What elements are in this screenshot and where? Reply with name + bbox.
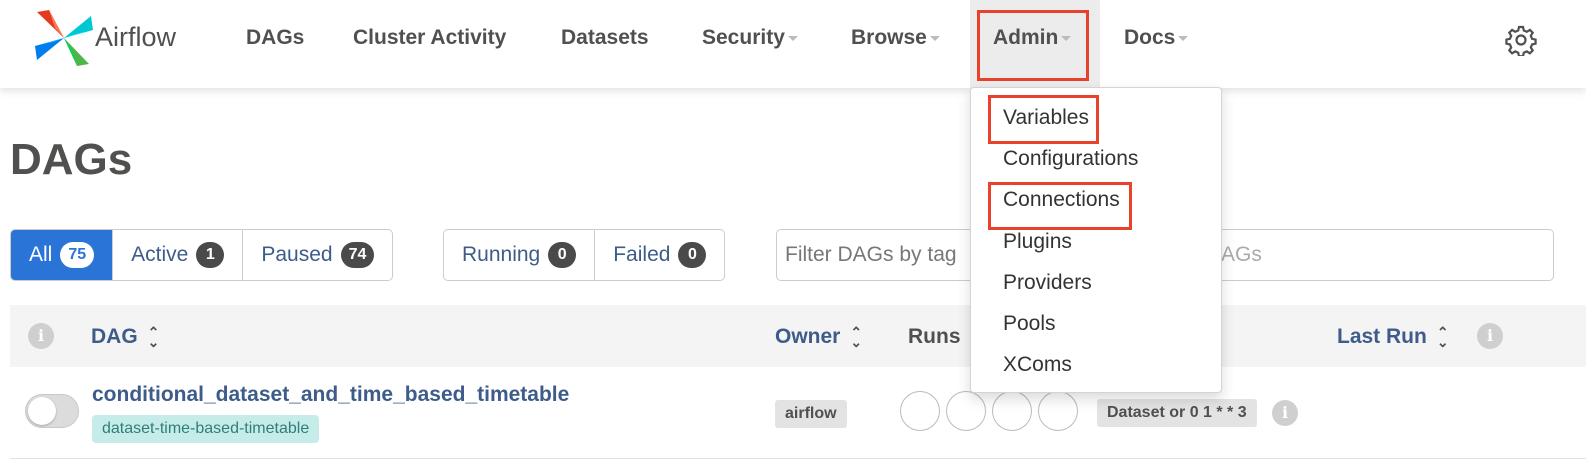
sort-icon: ⌃ ⌄ bbox=[147, 324, 160, 351]
header-runs: Runs bbox=[908, 325, 961, 348]
chevron-down-icon bbox=[787, 35, 798, 41]
nav-browse-label: Browse bbox=[851, 26, 927, 49]
dag-id-link[interactable]: conditional_dataset_and_time_based_timet… bbox=[92, 383, 569, 407]
run-state-circle[interactable] bbox=[992, 391, 1032, 431]
top-navbar: Airflow DAGs Cluster Activity Datasets S… bbox=[0, 0, 1586, 88]
dag-table-header: i DAG ⌃ ⌄ Owner ⌃ ⌄ Runs Last Run ⌃ ⌄ i bbox=[10, 305, 1586, 367]
nav-security[interactable]: Security bbox=[702, 26, 798, 50]
sort-icon: ⌃ ⌄ bbox=[850, 324, 863, 351]
toggle-knob bbox=[28, 397, 56, 425]
schedule-badge[interactable]: Dataset or 0 1 * * 3 bbox=[1097, 399, 1257, 427]
nav-datasets[interactable]: Datasets bbox=[561, 26, 649, 50]
pause-toggle[interactable] bbox=[25, 394, 79, 428]
chevron-down-icon bbox=[929, 35, 940, 41]
info-icon[interactable]: i bbox=[28, 323, 54, 349]
info-icon[interactable]: i bbox=[1477, 323, 1503, 349]
header-last-run[interactable]: Last Run ⌃ ⌄ bbox=[1337, 325, 1449, 349]
filter-active-label: Active bbox=[131, 243, 189, 266]
menu-item-pools[interactable]: Pools bbox=[1003, 312, 1056, 336]
header-dag[interactable]: DAG ⌃ ⌄ bbox=[91, 325, 159, 349]
airflow-logo[interactable] bbox=[33, 8, 95, 68]
header-dag-label: DAG bbox=[91, 325, 138, 348]
filter-failed-button[interactable]: Failed 0 bbox=[595, 230, 724, 280]
filter-all-label: All bbox=[29, 243, 53, 266]
filter-active-button[interactable]: Active 1 bbox=[113, 230, 244, 280]
table-row: conditional_dataset_and_time_based_timet… bbox=[10, 367, 1586, 459]
filter-all-button[interactable]: All 75 bbox=[11, 230, 114, 280]
tag-filter-input[interactable] bbox=[785, 240, 970, 270]
filter-paused-count: 74 bbox=[340, 242, 375, 268]
nav-admin[interactable]: Admin bbox=[993, 26, 1072, 50]
filter-paused-button[interactable]: Paused 74 bbox=[243, 230, 392, 280]
nav-cluster-activity[interactable]: Cluster Activity bbox=[353, 26, 506, 50]
menu-item-xcoms[interactable]: XComs bbox=[1003, 353, 1072, 377]
nav-security-label: Security bbox=[702, 26, 785, 49]
menu-item-configurations[interactable]: Configurations bbox=[1003, 147, 1138, 171]
filter-failed-label: Failed bbox=[613, 243, 671, 266]
page-title: DAGs bbox=[10, 135, 133, 184]
nav-dags[interactable]: DAGs bbox=[246, 26, 304, 50]
nav-admin-label: Admin bbox=[993, 26, 1059, 49]
header-owner[interactable]: Owner ⌃ ⌄ bbox=[775, 325, 862, 349]
search-input-partial[interactable]: AGs bbox=[1221, 243, 1262, 267]
filter-running-label: Running bbox=[462, 243, 541, 266]
sort-icon: ⌃ ⌄ bbox=[1436, 324, 1449, 351]
filter-active-count: 1 bbox=[196, 242, 225, 268]
run-state-circle[interactable] bbox=[946, 391, 986, 431]
airflow-pinwheel-icon bbox=[35, 10, 93, 66]
admin-dropdown-menu: Variables Configurations Connections Plu… bbox=[970, 87, 1222, 393]
filter-running-button[interactable]: Running 0 bbox=[444, 230, 596, 280]
run-state-circle[interactable] bbox=[1038, 391, 1078, 431]
brand-name[interactable]: Airflow bbox=[95, 22, 176, 53]
nav-docs-label: Docs bbox=[1124, 26, 1176, 49]
nav-browse[interactable]: Browse bbox=[851, 26, 940, 50]
menu-item-plugins[interactable]: Plugins bbox=[1003, 230, 1072, 254]
header-last-run-label: Last Run bbox=[1337, 325, 1427, 348]
dag-status-filter-group: All 75 Active 1 Paused 74 bbox=[10, 229, 394, 281]
header-owner-label: Owner bbox=[775, 325, 841, 348]
dag-run-state-filter-group: Running 0 Failed 0 bbox=[443, 229, 726, 281]
owner-badge[interactable]: airflow bbox=[775, 400, 847, 428]
filter-failed-count: 0 bbox=[678, 242, 707, 268]
info-icon[interactable]: i bbox=[1272, 400, 1298, 426]
chevron-down-icon bbox=[1061, 35, 1072, 41]
filter-all-count: 75 bbox=[60, 242, 95, 268]
filter-running-count: 0 bbox=[548, 242, 577, 268]
run-state-circle[interactable] bbox=[900, 391, 940, 431]
dag-tag[interactable]: dataset-time-based-timetable bbox=[92, 415, 320, 443]
nav-docs[interactable]: Docs bbox=[1124, 26, 1189, 50]
gear-icon[interactable] bbox=[1505, 24, 1537, 56]
menu-item-providers[interactable]: Providers bbox=[1003, 271, 1092, 295]
filter-paused-label: Paused bbox=[261, 243, 333, 266]
menu-item-connections[interactable]: Connections bbox=[1003, 188, 1120, 212]
menu-item-variables[interactable]: Variables bbox=[1003, 106, 1089, 130]
chevron-down-icon bbox=[1178, 35, 1189, 41]
